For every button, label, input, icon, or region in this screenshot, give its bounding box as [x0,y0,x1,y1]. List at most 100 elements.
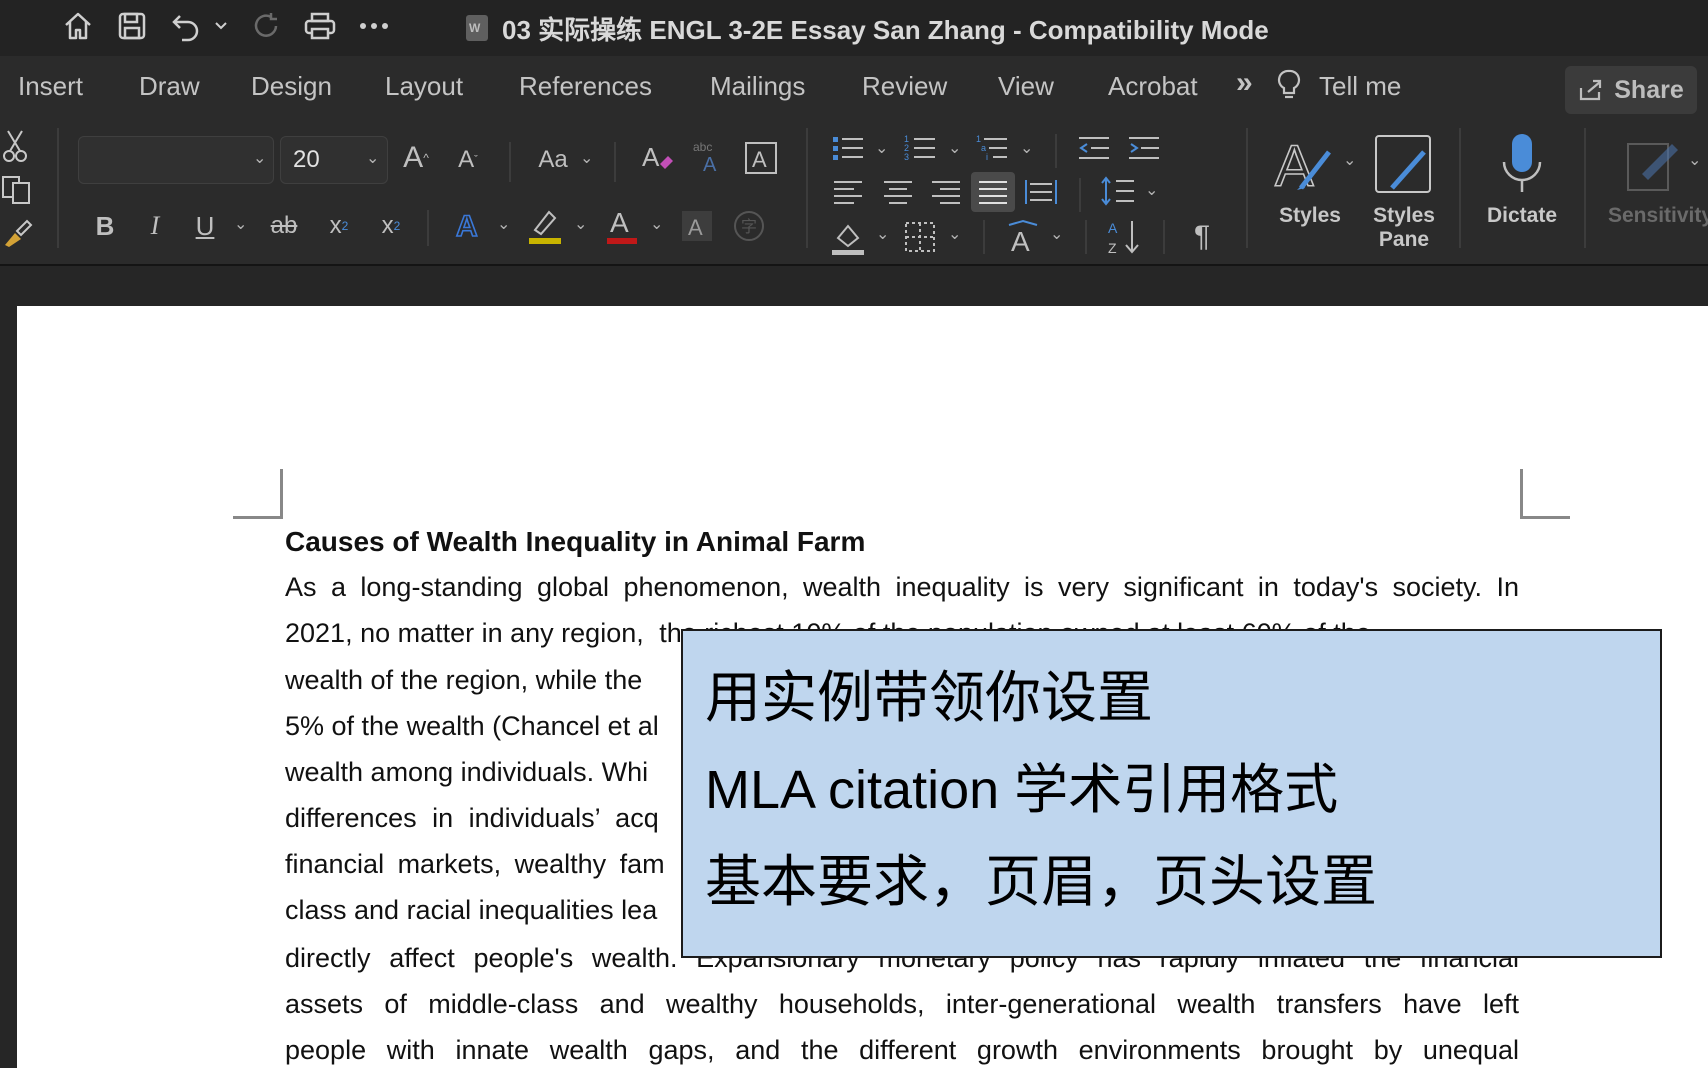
ribbon-divider [1055,134,1057,168]
share-button[interactable]: Share [1565,66,1697,114]
font-name-select[interactable] [78,136,274,184]
chevron-down-icon[interactable]: ⌄ [1145,180,1158,200]
crop-mark-left [233,469,283,519]
shading-icon[interactable] [828,216,868,258]
font-color-icon[interactable]: A [604,202,640,248]
share-label: Share [1614,75,1684,104]
justify-icon[interactable] [971,172,1015,212]
strikethrough-button[interactable]: ab [264,206,304,246]
character-shading-icon[interactable]: A [680,206,714,246]
shrink-font-icon[interactable]: Aˇ [452,142,484,178]
chevron-down-icon[interactable]: ⌄ [366,148,379,168]
clear-formatting-icon[interactable]: A [638,138,678,178]
chevron-down-icon[interactable]: ⌄ [574,214,587,234]
lightbulb-icon[interactable] [1276,68,1302,109]
numbering-icon[interactable]: 123 [902,130,938,166]
borders-icon[interactable] [902,218,938,256]
cut-icon[interactable] [0,128,30,164]
ribbon-divider [1584,128,1586,248]
bold-button[interactable]: B [88,206,122,246]
redo-icon[interactable] [246,6,286,46]
callout-line-2: MLA citation 学术引用格式 [705,760,1339,820]
doc-line[interactable]: As a long-standing global phenomenon, we… [285,572,1519,603]
chevron-down-icon[interactable]: ⌄ [875,138,888,158]
tab-insert[interactable]: Insert [18,71,83,102]
sort-icon[interactable]: AZ [1104,216,1144,258]
more-icon[interactable] [354,6,394,46]
ribbon-divider [427,210,429,246]
sensitivity-icon[interactable] [1622,132,1682,196]
tab-mailings[interactable]: Mailings [710,71,805,102]
tab-review[interactable]: Review [862,71,947,102]
tell-me-search[interactable]: Tell me [1319,71,1401,102]
styles-pane-label[interactable]: Styles Pane [1364,204,1444,252]
superscript-button[interactable]: x2 [374,206,408,246]
text-effects-icon[interactable]: A [452,204,486,246]
more-tabs-icon[interactable]: » [1236,66,1253,100]
ribbon-divider [614,142,616,182]
highlight-color-icon[interactable] [526,202,564,248]
save-icon[interactable] [112,6,152,46]
tab-layout[interactable]: Layout [385,71,463,102]
svg-text:A: A [456,210,478,242]
print-icon[interactable] [300,6,340,46]
subscript-button[interactable]: x2 [322,206,356,246]
styles-pane-icon[interactable] [1372,132,1434,196]
svg-text:A: A [642,142,660,172]
format-painter-icon[interactable] [0,216,34,252]
align-left-icon[interactable] [830,174,866,210]
home-icon[interactable] [58,6,98,46]
doc-line[interactable]: people with innate wealth gaps, and the … [285,1035,1519,1066]
svg-text:Z: Z [1108,240,1117,256]
tab-design[interactable]: Design [251,71,332,102]
chevron-down-icon[interactable]: ⌄ [948,224,961,244]
undo-icon[interactable] [166,6,206,46]
tab-references[interactable]: References [519,71,652,102]
chevron-down-icon[interactable]: ⌄ [1020,138,1033,158]
bullets-icon[interactable] [830,130,866,166]
chevron-down-icon[interactable]: ⌄ [497,214,510,234]
styles-gallery-icon[interactable]: A [1272,130,1336,194]
paragraph-marks-icon[interactable]: ¶ [1184,216,1220,258]
multilevel-list-icon[interactable]: 1ai [974,130,1010,166]
chevron-down-icon[interactable]: ⌄ [234,214,247,234]
asian-layout-icon[interactable]: A [1004,216,1042,258]
italic-button[interactable]: I [138,206,172,246]
copy-icon[interactable] [0,172,34,208]
chevron-down-icon[interactable]: ⌄ [253,148,266,168]
sensitivity-label[interactable]: Sensitivity [1608,204,1708,228]
chevron-down-icon[interactable]: ⌄ [650,214,663,234]
underline-button[interactable]: U [188,206,222,246]
text-effects-abc-icon[interactable]: abc A [690,136,730,176]
tab-view[interactable]: View [998,71,1054,102]
ribbon-divider [509,142,511,182]
chevron-down-icon[interactable]: ⌄ [876,224,889,244]
styles-label[interactable]: Styles [1274,204,1346,228]
document-title[interactable]: Causes of Wealth Inequality in Animal Fa… [285,526,865,558]
doc-line[interactable]: assets of middle-class and wealthy house… [285,989,1519,1020]
change-case-button[interactable]: Aa [530,140,576,180]
distributed-icon[interactable] [1022,174,1060,210]
line-spacing-icon[interactable] [1098,172,1138,210]
ribbon-divider [1085,220,1087,254]
grow-font-icon[interactable]: A ^ [398,138,434,178]
title-bar: 03 实际操练 ENGL 3-2E Essay San Zhang - Comp… [0,0,1708,56]
chevron-down-icon[interactable]: ⌄ [948,138,961,158]
microphone-icon[interactable] [1500,130,1544,200]
chevron-down-icon[interactable] [206,6,236,46]
change-case-label: Aa [538,146,568,173]
align-center-icon[interactable] [880,174,916,210]
enclose-characters-icon[interactable]: 字 [730,206,768,246]
tab-draw[interactable]: Draw [139,71,200,102]
decrease-indent-icon[interactable] [1076,130,1112,166]
increase-indent-icon[interactable] [1126,130,1162,166]
chevron-down-icon[interactable]: ⌄ [580,148,593,168]
chevron-down-icon[interactable]: ⌄ [1050,224,1063,244]
chevron-down-icon[interactable]: ⌄ [1688,150,1701,170]
align-right-icon[interactable] [928,174,964,210]
chevron-down-icon[interactable]: ⌄ [1343,150,1356,170]
tab-acrobat[interactable]: Acrobat [1108,71,1198,102]
ribbon-divider [1246,128,1248,248]
character-border-icon[interactable]: A [742,138,780,178]
dictate-label[interactable]: Dictate [1478,204,1566,228]
